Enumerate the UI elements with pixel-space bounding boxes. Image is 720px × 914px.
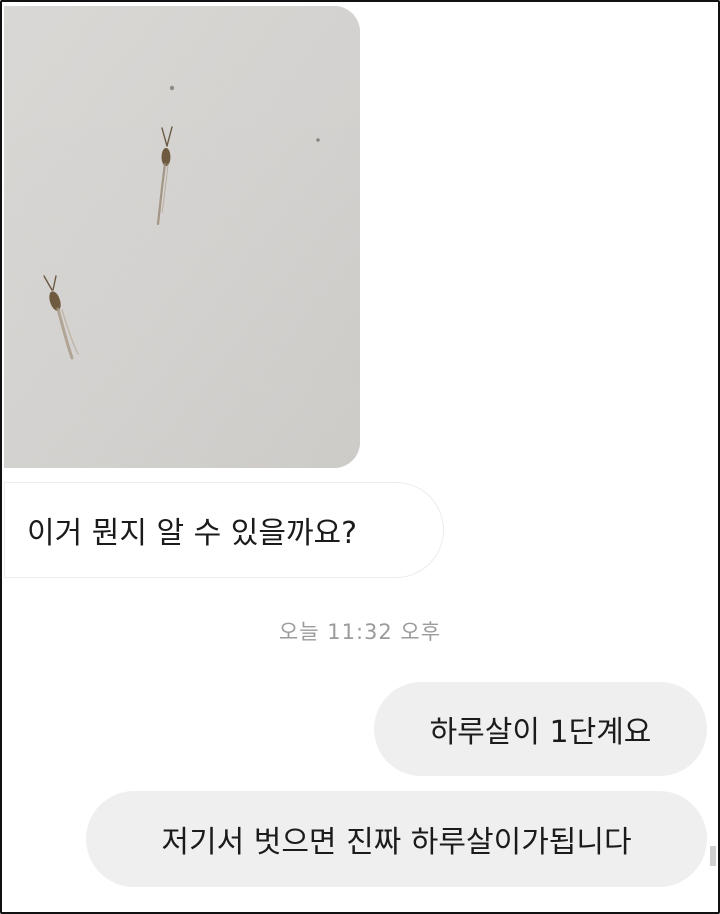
- outgoing-message-text: 저기서 벗으면 진짜 하루살이가됩니다: [161, 825, 632, 860]
- scroll-edge-indicator: [710, 846, 716, 866]
- outgoing-message-text: 하루살이 1단계요: [429, 715, 652, 750]
- incoming-message-bubble[interactable]: 이거 뭔지 알 수 있을까요?: [4, 482, 444, 578]
- message-timestamp: 오늘 11:32 오후: [278, 620, 442, 644]
- incoming-message-text: 이거 뭔지 알 수 있을까요?: [27, 516, 358, 551]
- message-photo[interactable]: [4, 6, 360, 468]
- wall-photo-image: [4, 6, 360, 468]
- outgoing-message-bubble[interactable]: 저기서 벗으면 진짜 하루살이가됩니다: [86, 791, 707, 887]
- outgoing-message-bubble[interactable]: 하루살이 1단계요: [374, 682, 707, 776]
